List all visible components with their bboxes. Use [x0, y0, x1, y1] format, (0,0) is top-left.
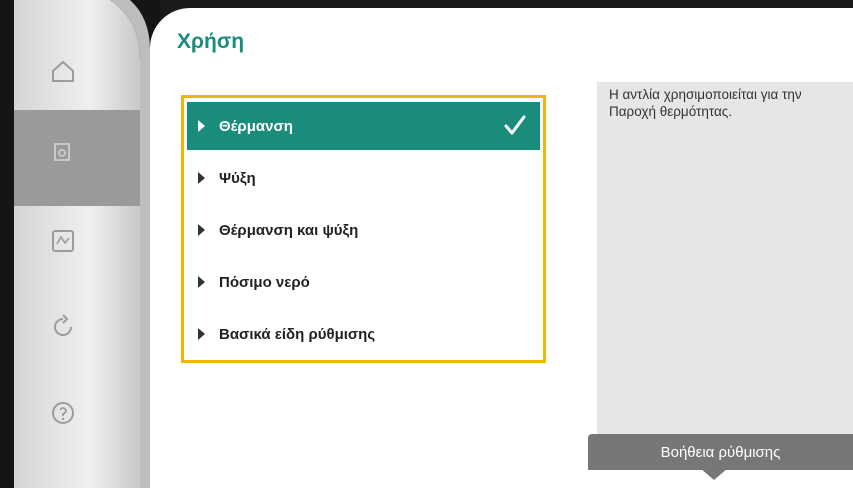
help-icon[interactable]: [50, 400, 90, 440]
arrow-right-icon: [198, 120, 205, 132]
settings-icon[interactable]: [50, 140, 90, 180]
menu-item-cooling[interactable]: Ψύξη: [187, 154, 540, 202]
arrow-right-icon: [198, 328, 205, 340]
help-button[interactable]: Βοήθεια ρύθμισης: [588, 434, 853, 470]
menu-item-label: Πόσιμο νερό: [219, 273, 310, 291]
device-display: Χρήση Θέρμανση Ψύξη Θέρμανση και ψύξη Πό…: [0, 0, 853, 488]
usage-menu: Θέρμανση Ψύξη Θέρμανση και ψύξη Πόσιμο ν…: [181, 95, 546, 363]
check-icon: [502, 112, 528, 143]
arrow-right-icon: [198, 172, 205, 184]
menu-item-heating-and-cooling[interactable]: Θέρμανση και ψύξη: [187, 206, 540, 254]
menu-item-basic-control-types[interactable]: Βασικά είδη ρύθμισης: [187, 310, 540, 358]
menu-item-label: Ψύξη: [219, 169, 256, 187]
diagnostics-icon[interactable]: [50, 228, 90, 268]
menu-item-label: Βασικά είδη ρύθμισης: [219, 325, 376, 343]
arrow-right-icon: [198, 224, 205, 236]
menu-item-label: Θέρμανση και ψύξη: [219, 221, 359, 239]
home-icon[interactable]: [50, 58, 90, 98]
arrow-right-icon: [198, 276, 205, 288]
menu-item-heating[interactable]: Θέρμανση: [187, 102, 540, 150]
info-text: Η αντλία χρησιμοποιείται για την Παροχή …: [609, 87, 802, 119]
navigation-rail: [0, 0, 160, 488]
help-tab-notch: [700, 468, 728, 480]
menu-item-label: Θέρμανση: [219, 117, 293, 135]
restore-icon[interactable]: [50, 314, 90, 354]
info-panel: Η αντλία χρησιμοποιείται για την Παροχή …: [597, 82, 853, 452]
menu-item-drinking-water[interactable]: Πόσιμο νερό: [187, 258, 540, 306]
page-title: Χρήση: [177, 30, 245, 53]
